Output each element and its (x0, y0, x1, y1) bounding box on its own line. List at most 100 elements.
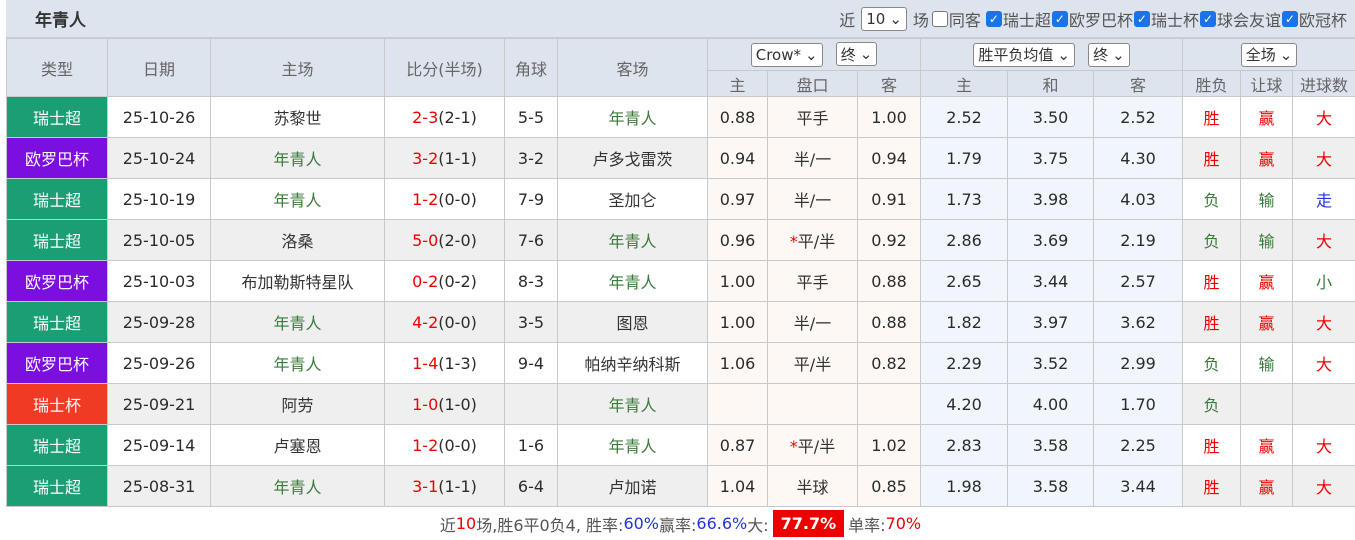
euro-away-odds: 2.25 (1120, 436, 1156, 455)
win-loss-cell: 负 (1183, 384, 1241, 425)
asian-home-cell: 1.00 (708, 261, 768, 302)
corner-score: 6-4 (518, 477, 544, 496)
euro-home-odds: 1.98 (946, 477, 982, 496)
euro-draw-cell: 3.98 (1008, 179, 1094, 220)
filters: 近 10⌄ 场 同客✓瑞士超✓欧罗巴杯✓瑞士杯✓球会友谊✓欧冠杯 (839, 7, 1347, 31)
asian-home-odds: 0.96 (720, 231, 756, 250)
win-loss-result: 胜 (1204, 437, 1220, 456)
summary-text: 近 (440, 512, 456, 536)
half-time-score: (0-0) (438, 313, 477, 332)
date-cell: 25-09-28 (108, 302, 211, 343)
handicap-result: 输 (1259, 355, 1275, 374)
over-under-result: 走 (1316, 191, 1332, 210)
handicap-cell: 半球 (768, 466, 858, 507)
win-loss-cell: 胜 (1183, 97, 1241, 138)
league-name: 瑞士杯 (33, 396, 81, 415)
euro-draw-cell: 3.75 (1008, 138, 1094, 179)
filter-checkbox[interactable] (932, 11, 948, 27)
over-under-cell: 大 (1293, 425, 1355, 466)
chevron-down-icon: ⌄ (860, 45, 873, 63)
euro-away-cell: 1.70 (1094, 384, 1183, 425)
scope-select[interactable]: 全场⌄ (1241, 43, 1298, 67)
asian-stage-select[interactable]: 终⌄ (836, 42, 878, 66)
team-title: 年青人 (35, 6, 86, 31)
handicap-result-cell: 赢 (1241, 302, 1293, 343)
home-cell: 苏黎世 (211, 97, 385, 138)
over-under-cell: 大 (1293, 343, 1355, 384)
euro-odds-header: 胜平负均值⌄ 终⌄ (921, 39, 1183, 71)
score-cell: 3-1(1-1) (385, 466, 505, 507)
euro-draw-odds: 3.58 (1033, 436, 1069, 455)
handicap-result: 赢 (1259, 109, 1275, 128)
chevron-down-icon: ⌄ (1280, 46, 1293, 64)
home-team: 年青人 (273, 314, 321, 333)
euro-stage-select[interactable]: 终⌄ (1088, 43, 1130, 67)
over-under-result: 大 (1316, 232, 1332, 251)
euro-away-odds: 3.44 (1120, 477, 1156, 496)
asian-away-odds: 0.88 (871, 272, 907, 291)
home-team: 年青人 (273, 355, 321, 374)
asian-away-odds: 1.00 (871, 108, 907, 127)
corner-score: 9-4 (518, 354, 544, 373)
match-date: 25-10-03 (123, 272, 196, 291)
subcol-header: 和 (1008, 71, 1094, 97)
euro-away-cell: 2.19 (1094, 220, 1183, 261)
recent-count-select[interactable]: 10⌄ (861, 7, 907, 31)
over-rate: 77.7% (773, 510, 845, 537)
company-select[interactable]: Crow*⌄ (751, 43, 823, 67)
filter-checkbox[interactable]: ✓ (986, 11, 1002, 27)
euro-home-odds: 4.20 (946, 395, 982, 414)
handicap-result-cell: 输 (1241, 220, 1293, 261)
filter-checkbox[interactable]: ✓ (1200, 11, 1216, 27)
euro-home-odds: 2.83 (946, 436, 982, 455)
handicap-result-cell: 赢 (1241, 138, 1293, 179)
asian-home-cell: 0.97 (708, 179, 768, 220)
euro-home-cell: 1.82 (921, 302, 1008, 343)
match-date: 25-10-26 (123, 108, 196, 127)
asian-away-odds: 0.91 (871, 190, 907, 209)
win-loss-result: 负 (1204, 355, 1220, 374)
euro-type-select[interactable]: 胜平负均值⌄ (973, 43, 1075, 67)
table-row: 瑞士超25-09-14卢塞恩1-2(0-0)1-6年青人0.87*平/半1.02… (7, 425, 1355, 466)
filter-checkbox[interactable]: ✓ (1282, 11, 1298, 27)
league-name: 瑞士超 (33, 109, 81, 128)
home-cell: 洛桑 (211, 220, 385, 261)
euro-home-cell: 2.83 (921, 425, 1008, 466)
score-cell: 2-3(2-1) (385, 97, 505, 138)
half-time-score: (1-1) (438, 149, 477, 168)
home-team: 年青人 (273, 478, 321, 497)
handicap-line: 平手 (796, 273, 828, 292)
euro-away-odds: 4.30 (1120, 149, 1156, 168)
away-team: 年青人 (608, 109, 656, 128)
asian-odds-header: Crow*⌄ 终⌄ (708, 39, 921, 71)
score-cell: 1-2(0-0) (385, 425, 505, 466)
win-loss-result: 胜 (1204, 478, 1220, 497)
away-team: 图恩 (616, 314, 648, 333)
half-time-score: (0-2) (438, 272, 477, 291)
away-team: 年青人 (608, 273, 656, 292)
euro-away-cell: 3.44 (1094, 466, 1183, 507)
date-cell: 25-09-21 (108, 384, 211, 425)
table-row: 欧罗巴杯25-10-24年青人3-2(1-1)3-2卢多戈雷茨0.94半/一0.… (7, 138, 1355, 179)
asian-home-cell (708, 384, 768, 425)
handicap-result-cell: 输 (1241, 343, 1293, 384)
filter-checkbox[interactable]: ✓ (1052, 11, 1068, 27)
table-row: 瑞士超25-10-26苏黎世2-3(2-1)5-5年青人0.88平手1.002.… (7, 97, 1355, 138)
over-under-cell: 大 (1293, 138, 1355, 179)
handicap-cell: *平/半 (768, 425, 858, 466)
asian-away-odds: 0.85 (871, 477, 907, 496)
asian-home-cell: 1.04 (708, 466, 768, 507)
league-badge: 欧罗巴杯 (7, 138, 108, 179)
date-cell: 25-10-05 (108, 220, 211, 261)
handicap-result-cell (1241, 384, 1293, 425)
home-cell: 阿劳 (211, 384, 385, 425)
league-badge: 欧罗巴杯 (7, 343, 108, 384)
win-loss-cell: 负 (1183, 343, 1241, 384)
euro-away-cell: 4.03 (1094, 179, 1183, 220)
euro-away-cell: 2.99 (1094, 343, 1183, 384)
handicap-result-cell: 赢 (1241, 261, 1293, 302)
filter-checkbox[interactable]: ✓ (1134, 11, 1150, 27)
asian-home-cell: 1.00 (708, 302, 768, 343)
subcol-header: 进球数 (1293, 71, 1355, 97)
filter-label: 球会友谊 (1217, 7, 1281, 31)
